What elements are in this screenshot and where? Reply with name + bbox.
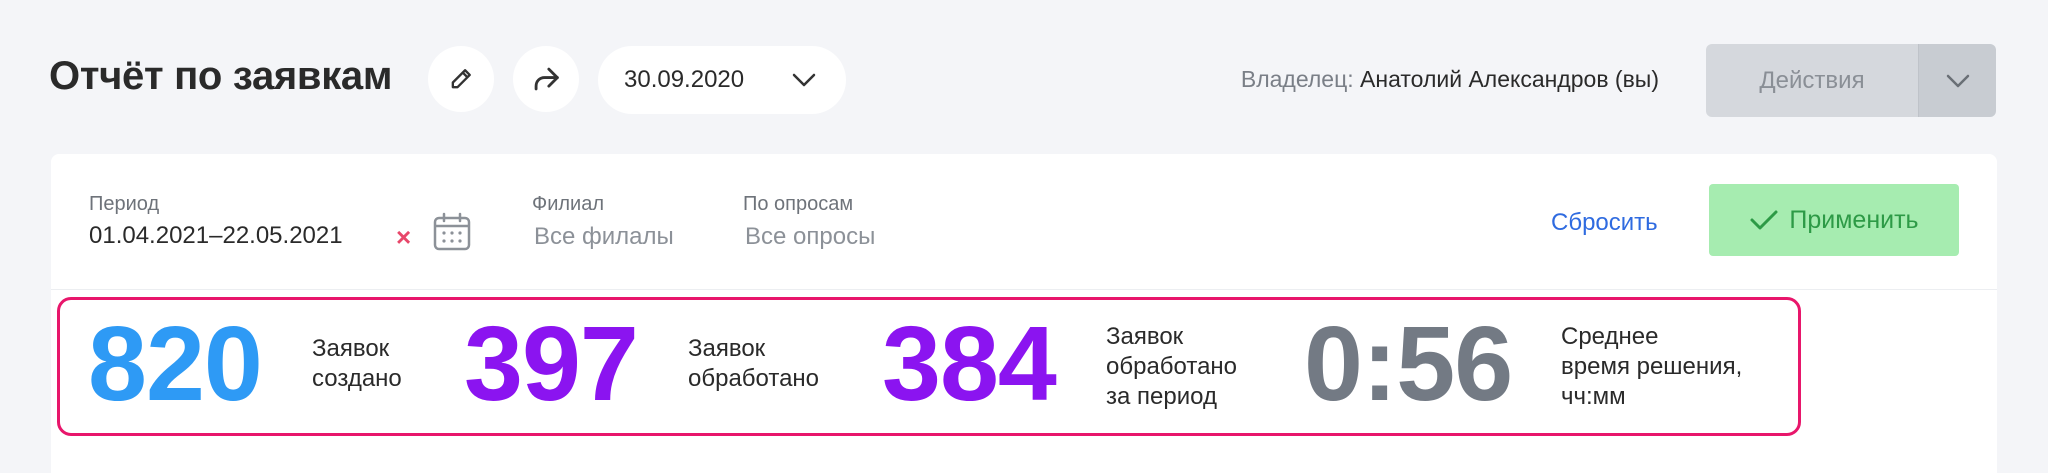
survey-select[interactable]: Все опросы: [745, 223, 875, 251]
stats-row: 820 Заявок создано 397 Заявок обработано…: [57, 297, 1801, 436]
report-card: Период 01.04.2021–22.05.2021 × Филиал Вс…: [51, 154, 1997, 473]
page-title: Отчёт по заявкам: [49, 54, 393, 98]
branch-label: Филиал: [532, 193, 605, 215]
calendar-icon[interactable]: [432, 212, 472, 252]
chevron-down-icon: [1946, 74, 1969, 87]
apply-label: Применить: [1789, 205, 1919, 234]
period-label: Период: [89, 193, 160, 215]
stat-avg-time-value: 0:56: [1304, 305, 1513, 423]
check-icon: [1750, 210, 1778, 230]
stat-period-value: 384: [882, 305, 1057, 423]
stat-label-line: чч:мм: [1561, 383, 1626, 410]
actions-button[interactable]: Действия: [1706, 44, 1918, 117]
actions-dropdown[interactable]: Действия: [1706, 44, 1996, 117]
stat-avg-time-label: Среднее время решения, чч:мм: [1561, 322, 1742, 412]
owner-label: Владелец:: [1240, 66, 1354, 92]
period-value[interactable]: 01.04.2021–22.05.2021: [89, 222, 343, 250]
stat-label-line: Заявок: [312, 335, 390, 362]
actions-toggle[interactable]: [1918, 44, 1996, 117]
stat-label-line: обработано: [688, 365, 820, 392]
owner-info: Владелец: Анатолий Александров (вы): [1241, 66, 1659, 93]
stat-label-line: время решения,: [1561, 353, 1743, 380]
share-button[interactable]: [513, 46, 579, 112]
stat-label-line: Среднее: [1561, 323, 1659, 350]
branch-select[interactable]: Все филалы: [534, 223, 674, 251]
apply-button[interactable]: Применить: [1709, 184, 1959, 256]
stat-label-line: за период: [1106, 383, 1217, 410]
stat-processed-value: 397: [464, 305, 639, 423]
stat-created-value: 820: [88, 305, 263, 423]
date-value: 30.09.2020: [624, 66, 745, 93]
filters-bar: Период 01.04.2021–22.05.2021 × Филиал Вс…: [51, 154, 1997, 290]
pencil-icon: [451, 69, 471, 89]
stat-period-label: Заявок обработано за период: [1106, 322, 1237, 412]
stat-processed-label: Заявок обработано: [688, 334, 819, 394]
chevron-down-icon: [792, 73, 816, 87]
edit-button[interactable]: [428, 46, 494, 112]
owner-name: Анатолий Александров (вы): [1360, 66, 1659, 92]
stat-label-line: Заявок: [688, 335, 766, 362]
stat-created-label: Заявок создано: [312, 334, 402, 394]
reset-link[interactable]: Сбросить: [1551, 209, 1658, 237]
close-icon[interactable]: ×: [396, 224, 411, 250]
stat-label-line: создано: [312, 365, 402, 392]
stat-label-line: обработано: [1106, 353, 1238, 380]
stat-label-line: Заявок: [1106, 323, 1184, 350]
survey-label: По опросам: [743, 193, 854, 215]
date-select[interactable]: 30.09.2020: [598, 46, 846, 114]
share-icon: [534, 67, 559, 91]
